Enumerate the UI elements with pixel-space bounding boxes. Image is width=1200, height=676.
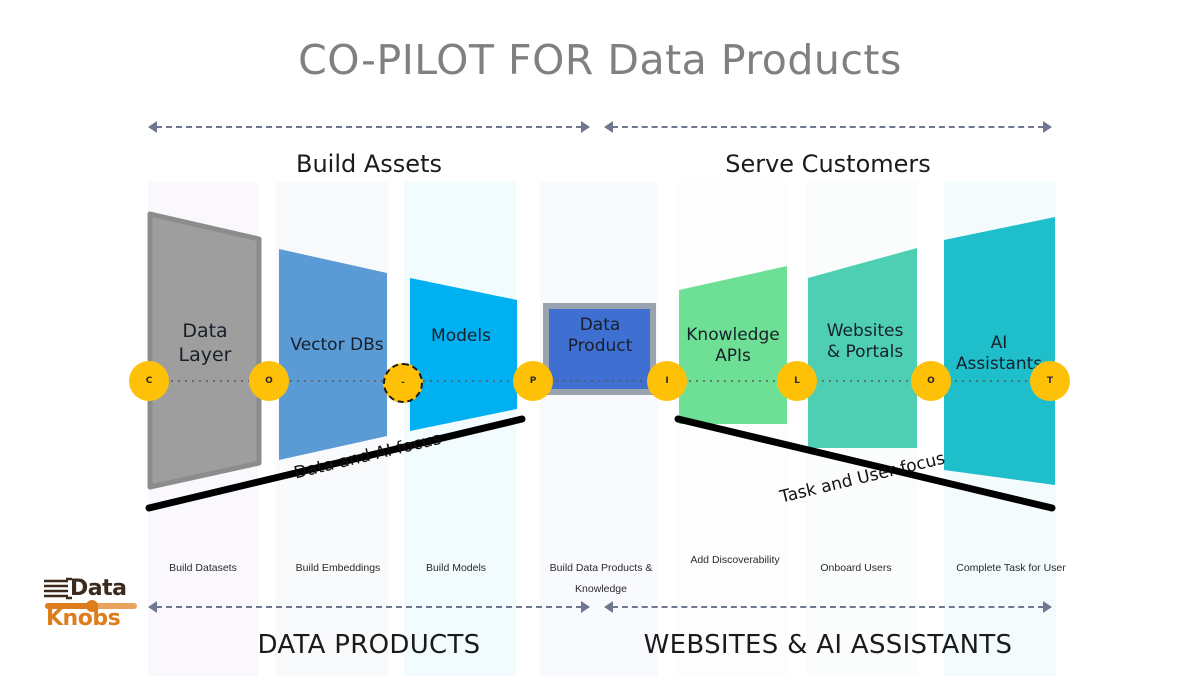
- badge-letter: -: [401, 378, 405, 388]
- badge-o-1[interactable]: O: [249, 361, 289, 401]
- badge-p[interactable]: P: [513, 361, 553, 401]
- arrow-right-cap-icon: [1043, 601, 1052, 613]
- dataknobs-logo[interactable]: Data Knobs: [42, 576, 142, 634]
- caption-text: Build Datasets: [169, 562, 237, 574]
- caption-text: Onboard Users: [820, 562, 892, 574]
- section-label-data-products: DATA PRODUCTS: [257, 630, 481, 660]
- caption-text: Add Discoverability: [690, 554, 780, 566]
- caption-build-models: Build Models: [404, 558, 508, 579]
- shape-label-knowledge-apis: Knowledge APIs: [676, 325, 790, 367]
- shape-label-line2: & Portals: [826, 342, 904, 363]
- shape-label-vector-dbs: Vector DBs: [277, 335, 397, 356]
- shape-label-websites-portals: Websites & Portals: [806, 321, 924, 363]
- caption-add-discoverability: Add Discoverability: [672, 550, 798, 571]
- section-label-websites-ai: WEBSITES & AI ASSISTANTS: [643, 630, 1013, 660]
- caption-onboard-users: Onboard Users: [805, 558, 907, 579]
- badge-letter: L: [794, 376, 800, 386]
- shape-label-data-product: Data Product: [546, 315, 654, 357]
- badge-t[interactable]: T: [1030, 361, 1070, 401]
- shape-label-line1: AI: [990, 333, 1008, 353]
- shape-label-line2: APIs: [715, 346, 751, 367]
- badge-c[interactable]: C: [129, 361, 169, 401]
- shape-label-line1: Vector DBs: [290, 335, 384, 355]
- bottom-right-arrow: [604, 601, 1052, 613]
- caption-text: Build Embeddings: [295, 562, 381, 574]
- shape-label-line1: Models: [431, 326, 491, 346]
- badge-letter: O: [927, 376, 935, 386]
- badge-letter: O: [265, 376, 273, 386]
- caption-build-embeddings: Build Embeddings: [277, 558, 399, 579]
- shape-models: [410, 278, 517, 431]
- badge-letter: P: [529, 376, 537, 386]
- caption-text-line2: Knowledge: [575, 583, 627, 595]
- shape-label-line1: Data: [182, 320, 228, 342]
- caption-build-datasets: Build Datasets: [148, 558, 258, 579]
- badge-o-2[interactable]: O: [911, 361, 951, 401]
- shape-label-line1: Data: [579, 315, 621, 335]
- bottom-left-arrow: [148, 601, 590, 613]
- badge-l[interactable]: L: [777, 361, 817, 401]
- shape-label-line1: Websites: [826, 321, 904, 341]
- caption-text: Build Data Products &: [549, 562, 653, 574]
- arrow-line: [156, 606, 582, 608]
- logo-word-knobs: Knobs: [46, 606, 121, 631]
- arrow-line: [612, 606, 1044, 608]
- caption-text: Build Models: [425, 562, 487, 574]
- badge-hyphen[interactable]: -: [383, 363, 423, 403]
- caption-complete-task: Complete Task for User: [944, 558, 1078, 579]
- slide-canvas: CO-PILOT FOR Data Products Build Assets …: [0, 0, 1200, 676]
- badge-letter: T: [1046, 376, 1054, 386]
- caption-text: Complete Task for User: [956, 562, 1066, 574]
- shape-label-models: Models: [405, 326, 517, 347]
- shape-label-line1: Knowledge: [686, 325, 780, 345]
- shape-label-line2: Product: [567, 336, 633, 357]
- badge-letter: C: [145, 376, 153, 386]
- shape-label-line2: Layer: [178, 343, 232, 366]
- logo-word-data: Data: [70, 576, 127, 601]
- arrow-right-cap-icon: [581, 601, 590, 613]
- shape-label-data-layer: Data Layer: [150, 320, 260, 367]
- caption-build-data-products: Build Data Products & Knowledge: [536, 558, 666, 600]
- badge-letter: I: [665, 376, 669, 386]
- badge-i[interactable]: I: [647, 361, 687, 401]
